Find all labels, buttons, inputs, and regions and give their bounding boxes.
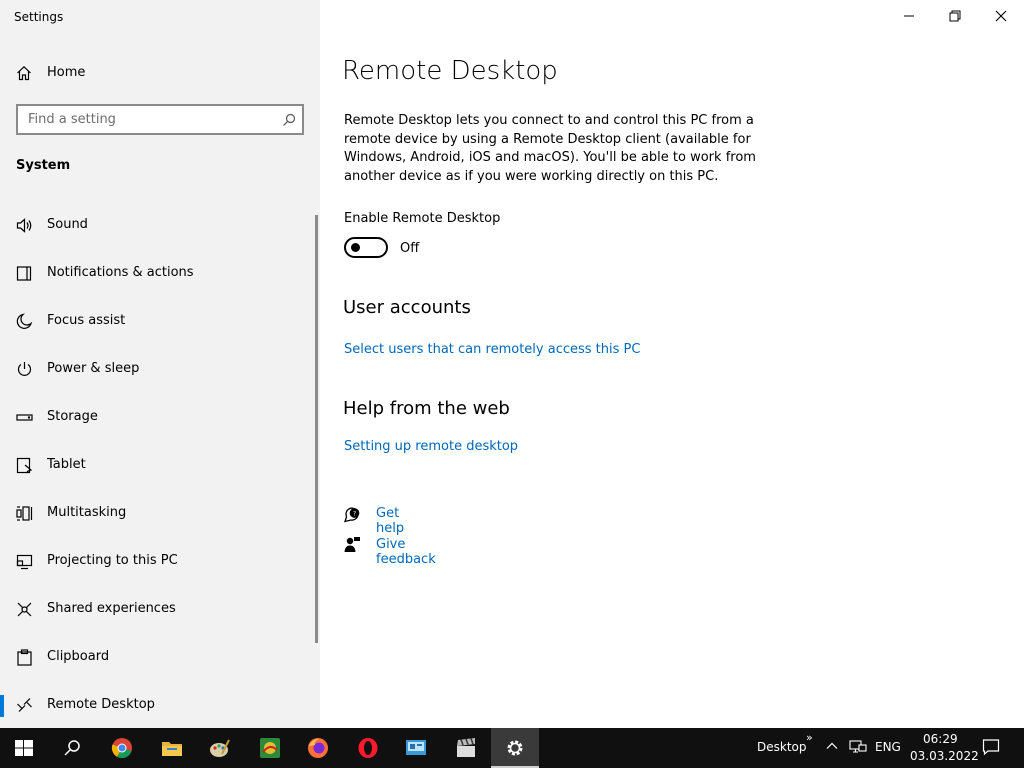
sidebar-nav: Sound Notifications & actions Focus assi…	[0, 201, 316, 729]
taskbar-app[interactable]	[246, 728, 294, 768]
paint-palette-icon	[210, 739, 230, 757]
taskbar-firefox[interactable]	[294, 728, 342, 768]
projecting-icon	[16, 553, 33, 570]
window-title: Settings	[14, 10, 64, 24]
tablet-icon	[16, 457, 33, 474]
gear-icon	[507, 740, 523, 756]
notifications-icon	[16, 265, 33, 282]
windows-logo-icon	[15, 740, 33, 756]
search-box[interactable]	[16, 104, 304, 135]
sidebar-item-power-sleep[interactable]: Power & sleep	[0, 345, 316, 393]
sidebar-item-label: Remote Desktop	[47, 697, 155, 712]
speaker-icon	[16, 217, 33, 234]
user-accounts-heading: User accounts	[343, 297, 471, 318]
app-icon	[260, 738, 280, 758]
shared-experiences-icon	[16, 601, 33, 618]
toggle-knob	[351, 243, 360, 252]
moon-icon	[16, 313, 33, 330]
taskbar-paint[interactable]	[196, 728, 244, 768]
sidebar-item-label: Sound	[47, 217, 88, 232]
language-indicator[interactable]: ENG	[875, 740, 901, 754]
enable-remote-desktop-label: Enable Remote Desktop	[344, 211, 501, 226]
home-nav-item[interactable]: Home	[0, 58, 320, 88]
multitasking-icon	[16, 505, 33, 522]
svg-text:?: ?	[353, 511, 356, 518]
toolbar-overflow-icon[interactable]: »	[806, 731, 813, 744]
page-description: Remote Desktop lets you connect to and c…	[344, 113, 756, 184]
action-center-icon	[982, 739, 1000, 756]
firefox-icon	[308, 738, 328, 758]
folder-icon	[162, 742, 182, 756]
minimize-icon	[904, 15, 914, 17]
opera-icon	[358, 738, 378, 758]
network-icon	[849, 740, 867, 753]
sidebar-item-label: Multitasking	[47, 505, 127, 520]
select-users-link[interactable]: Select users that can remotely access th…	[344, 342, 640, 357]
search-icon[interactable]	[282, 112, 296, 126]
home-label: Home	[47, 65, 86, 80]
clapperboard-icon	[457, 738, 475, 757]
sidebar-item-projecting[interactable]: Projecting to this PC	[0, 537, 316, 585]
show-hidden-icons-button[interactable]	[826, 740, 838, 755]
minimize-button[interactable]	[886, 0, 932, 32]
get-help-link[interactable]: Get help	[376, 506, 404, 536]
sidebar-item-label: Notifications & actions	[47, 265, 194, 280]
network-status-button[interactable]	[849, 740, 867, 757]
section-title-system: System	[16, 158, 71, 173]
give-feedback-icon	[343, 536, 361, 554]
help-from-web-heading: Help from the web	[343, 398, 510, 419]
storage-icon	[16, 409, 33, 426]
control-panel-icon	[406, 740, 426, 755]
home-icon	[16, 65, 32, 81]
remote-desktop-icon	[16, 697, 33, 714]
power-icon	[16, 361, 33, 378]
taskbar-file-explorer[interactable]	[148, 728, 196, 768]
sidebar-scrollbar[interactable]	[315, 215, 318, 643]
sidebar-item-focus-assist[interactable]: Focus assist	[0, 297, 316, 345]
chevron-up-icon	[826, 742, 838, 749]
sidebar-item-label: Focus assist	[47, 313, 126, 328]
sidebar-item-tablet[interactable]: Tablet	[0, 441, 316, 489]
restore-icon	[949, 10, 961, 22]
clock-time[interactable]: 06:29	[923, 732, 958, 746]
taskbar-control-panel[interactable]	[392, 728, 440, 768]
setting-up-remote-desktop-link[interactable]: Setting up remote desktop	[344, 439, 518, 454]
desktop-toolbar-label[interactable]: Desktop	[757, 740, 807, 754]
search-icon	[64, 740, 80, 756]
sidebar-item-label: Power & sleep	[47, 361, 140, 376]
taskbar: Desktop » ENG 06:29 03.03.2022	[0, 728, 1024, 768]
sidebar-item-label: Tablet	[47, 457, 86, 472]
taskbar-video-editor[interactable]	[442, 728, 490, 768]
sidebar-item-label: Clipboard	[47, 649, 110, 664]
taskbar-settings[interactable]	[491, 728, 539, 768]
sidebar-item-storage[interactable]: Storage	[0, 393, 316, 441]
clock-date[interactable]: 03.03.2022	[910, 749, 979, 763]
action-center-button[interactable]	[982, 738, 1000, 759]
page-title: Remote Desktop	[342, 56, 558, 86]
sidebar-item-remote-desktop[interactable]: Remote Desktop	[0, 681, 316, 729]
close-button[interactable]	[978, 0, 1024, 32]
sidebar-item-shared-experiences[interactable]: Shared experiences	[0, 585, 316, 633]
restore-button[interactable]	[932, 0, 978, 32]
start-button[interactable]	[0, 728, 48, 768]
taskbar-search-button[interactable]	[48, 728, 96, 768]
sidebar-item-multitasking[interactable]: Multitasking	[0, 489, 316, 537]
chrome-icon	[111, 738, 132, 759]
sidebar-item-label: Shared experiences	[47, 601, 176, 616]
taskbar-opera[interactable]	[344, 728, 392, 768]
toggle-state-label: Off	[400, 241, 420, 256]
sidebar-item-label: Projecting to this PC	[47, 553, 178, 568]
search-input[interactable]	[18, 106, 268, 133]
clipboard-icon	[16, 649, 33, 666]
close-icon	[995, 10, 1007, 22]
sidebar-item-sound[interactable]: Sound	[0, 201, 316, 249]
sidebar-item-clipboard[interactable]: Clipboard	[0, 633, 316, 681]
taskbar-chrome[interactable]	[98, 728, 146, 768]
sidebar: Settings Home System Sound	[0, 0, 320, 728]
enable-remote-desktop-toggle[interactable]	[344, 237, 388, 258]
get-help-icon: ?	[343, 505, 361, 523]
sidebar-item-label: Storage	[47, 409, 98, 424]
give-feedback-link[interactable]: Give feedback	[376, 537, 436, 567]
sidebar-item-notifications[interactable]: Notifications & actions	[0, 249, 316, 297]
